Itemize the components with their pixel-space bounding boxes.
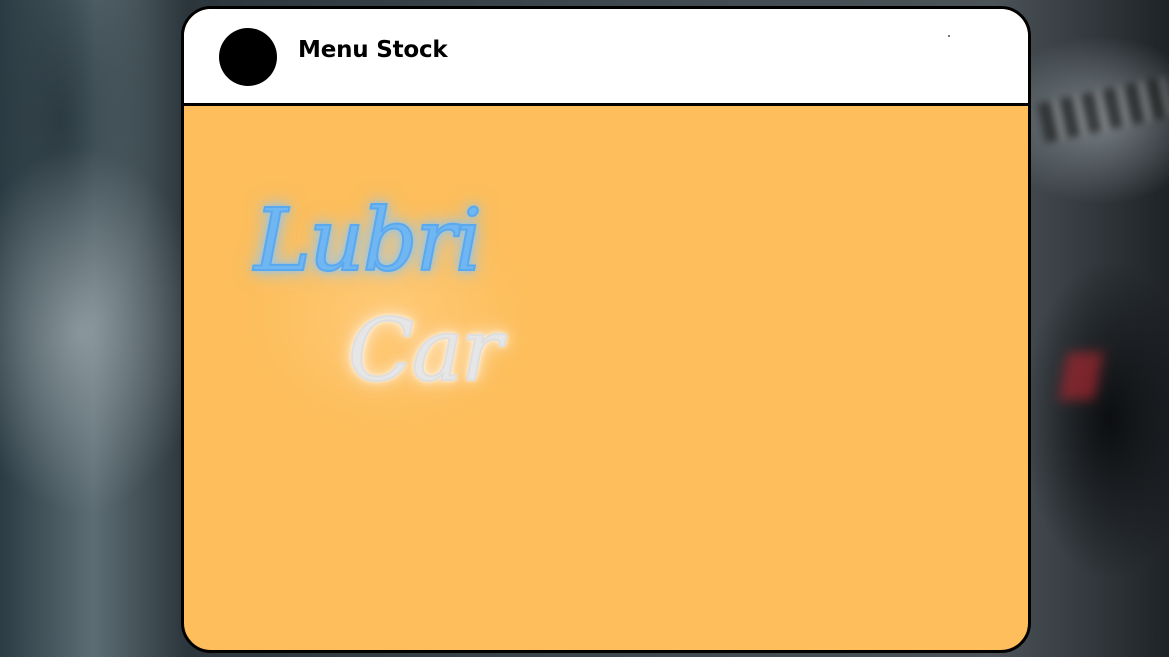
logo-text-car: Car [347, 301, 503, 401]
avatar[interactable] [219, 28, 277, 86]
page-title: Menu Stock [298, 37, 448, 63]
header-dot [948, 35, 950, 37]
main-window: Menu Stock Lubri Car [181, 6, 1031, 653]
content-area: Lubri Car [184, 106, 1028, 650]
logo-text-lubri: Lubri [253, 191, 483, 291]
header-bar: Menu Stock [184, 9, 1028, 106]
